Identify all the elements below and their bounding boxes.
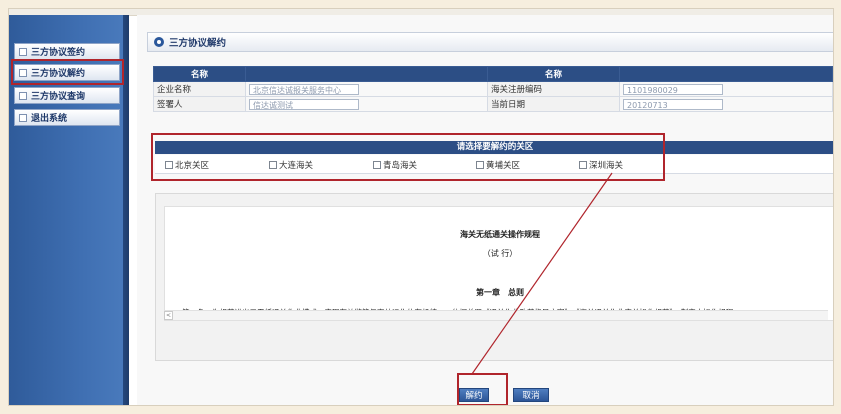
cell: 1101980029 (619, 81, 833, 97)
checkbox-icon (19, 47, 27, 56)
sidebar-item-label: 三方协议查询 (31, 92, 86, 102)
sidebar-item-label: 退出系统 (31, 114, 68, 124)
sidebar-item-logout[interactable]: 退出系统 (14, 109, 120, 126)
customs-code-label: 海关注册编码 (487, 81, 620, 97)
page-title: 三方协议解约 (169, 38, 227, 49)
main-panel: 三方协议解约 名称 名称 企业名称 北京信达诚报关服务中心 海关注册编码 110… (137, 15, 833, 405)
checkbox-icon (19, 91, 27, 100)
document-viewport[interactable]: 海关无纸通关操作规程 （试 行） 第一章 总则 第一条 为规范进出口无纸通关作业… (164, 206, 833, 321)
app-window: 三方协议签约 三方协议解约 三方协议查询 退出系统 三方协议解约 名称 名称 企… (8, 8, 834, 406)
cell: 20120713 (619, 96, 833, 112)
cell: 信达诚测试 (245, 96, 488, 112)
cell: 北京信达诚报关服务中心 (245, 81, 488, 97)
highlight-box-customs (151, 133, 665, 181)
document-subtitle: （试 行） (482, 249, 518, 258)
agreement-document: 海关无纸通关操作规程 （试 行） 第一章 总则 第一条 为规范进出口无纸通关作业… (155, 193, 833, 361)
column-header (245, 66, 488, 82)
sidebar-item-query[interactable]: 三方协议查询 (14, 87, 120, 104)
date-label: 当前日期 (487, 96, 620, 112)
column-header: 名称 (487, 66, 620, 82)
date-field[interactable]: 20120713 (623, 98, 723, 110)
column-header: 名称 (153, 66, 246, 82)
scroll-left-icon[interactable]: < (164, 311, 173, 320)
page-title-bar: 三方协议解约 (147, 32, 833, 52)
highlight-box-sidebar (11, 59, 124, 85)
signer-field[interactable]: 信达诚测试 (249, 98, 359, 110)
highlight-box-button (457, 373, 508, 405)
signer-label: 签署人 (153, 96, 246, 112)
bullet-icon (154, 37, 164, 47)
company-name-label: 企业名称 (153, 81, 246, 97)
cancel-button[interactable]: 取消 (513, 388, 549, 402)
company-info-table: 名称 名称 企业名称 北京信达诚报关服务中心 海关注册编码 1101980029… (153, 66, 833, 112)
column-header (619, 66, 833, 82)
table-row: 企业名称 北京信达诚报关服务中心 海关注册编码 1101980029 (153, 81, 833, 97)
document-title: 海关无纸通关操作规程 (460, 230, 540, 239)
document-chapter: 第一章 总则 (476, 288, 524, 297)
sidebar-item-sign[interactable]: 三方协议签约 (14, 43, 120, 60)
checkbox-icon (19, 113, 27, 122)
horizontal-scrollbar[interactable]: < (164, 310, 828, 320)
sidebar-item-label: 三方协议签约 (31, 48, 86, 58)
table-row: 签署人 信达诚测试 当前日期 20120713 (153, 96, 833, 112)
customs-code-field[interactable]: 1101980029 (623, 83, 723, 95)
company-name-field[interactable]: 北京信达诚报关服务中心 (249, 83, 359, 95)
